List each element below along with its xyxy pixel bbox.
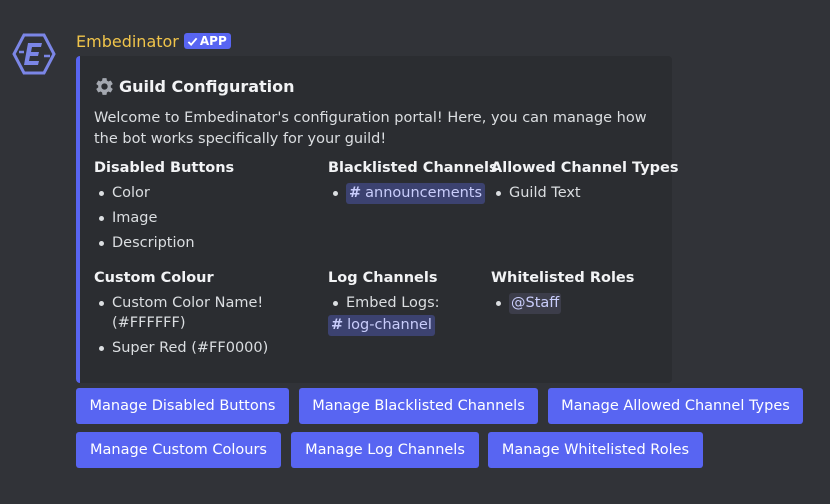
field-name: Allowed Channel Types	[491, 160, 679, 176]
list-item: Embed Logs:	[328, 293, 488, 313]
embedinator-logo-icon	[12, 33, 56, 75]
field-name: Custom Colour	[94, 270, 214, 286]
channel-name: log-channel	[347, 317, 432, 333]
gear-icon	[94, 76, 115, 97]
role-mention-staff[interactable]: @Staff	[509, 293, 562, 314]
embed-title: Guild Configuration	[94, 76, 295, 97]
whitelisted-roles-list: @Staff	[491, 293, 666, 314]
app-badge: APP	[183, 33, 231, 49]
field-blacklisted-channels: Blacklisted Channels # announcements	[328, 158, 498, 204]
field-name: Blacklisted Channels	[328, 160, 498, 176]
field-log-channels: Log Channels Embed Logs: # log-channel	[328, 268, 488, 336]
bot-message: Embedinator APP Guild Configuration Welc…	[0, 0, 830, 504]
manage-disabled-buttons-button[interactable]: Manage Disabled Buttons	[76, 388, 289, 424]
list-item: @Staff	[491, 293, 666, 314]
manage-whitelisted-roles-button[interactable]: Manage Whitelisted Roles	[488, 432, 703, 468]
embedinator-avatar[interactable]	[12, 32, 56, 76]
manage-log-channels-button[interactable]: Manage Log Channels	[291, 432, 479, 468]
manage-blacklisted-channels-button[interactable]: Manage Blacklisted Channels	[299, 388, 538, 424]
log-item-label: Embed Logs:	[346, 295, 440, 311]
list-item: Custom Color Name! (#FFFFFF)	[94, 293, 294, 333]
embed-description: Welcome to Embedinator's configuration p…	[94, 110, 647, 147]
list-item: Image	[94, 208, 314, 228]
custom-colour-list: Custom Color Name! (#FFFFFF) Super Red (…	[94, 293, 294, 358]
field-disabled-buttons: Disabled Buttons Color Image Description	[94, 158, 314, 253]
field-name: Disabled Buttons	[94, 160, 235, 176]
list-item: # announcements	[328, 183, 488, 204]
guild-config-embed: Guild Configuration Welcome to Embedinat…	[76, 56, 679, 383]
blacklisted-channels-list: # announcements	[328, 183, 488, 204]
app-badge-label: APP	[199, 34, 227, 48]
embed-title-text: Guild Configuration	[119, 77, 295, 96]
manage-allowed-channel-types-button[interactable]: Manage Allowed Channel Types	[548, 388, 803, 424]
field-whitelisted-roles: Whitelisted Roles @Staff	[491, 268, 666, 314]
manage-custom-colours-button[interactable]: Manage Custom Colours	[76, 432, 281, 468]
verified-check-icon	[187, 37, 198, 46]
author-name[interactable]: Embedinator	[76, 32, 179, 51]
channel-name: announcements	[365, 185, 483, 201]
message-header: Embedinator APP	[76, 30, 231, 52]
allowed-channel-types-list: Guild Text	[491, 183, 666, 203]
field-name: Whitelisted Roles	[491, 270, 635, 286]
list-item: Description	[94, 233, 314, 253]
list-item: Guild Text	[491, 183, 666, 203]
channel-mention-announcements[interactable]: # announcements	[346, 183, 486, 204]
field-custom-colour: Custom Colour Custom Color Name! (#FFFFF…	[94, 268, 294, 358]
hash-icon: #	[331, 317, 344, 333]
field-name: Log Channels	[328, 270, 438, 286]
channel-mention-log-channel[interactable]: # log-channel	[328, 315, 435, 336]
hash-icon: #	[349, 185, 362, 201]
disabled-buttons-list: Color Image Description	[94, 183, 314, 253]
field-allowed-channel-types: Allowed Channel Types Guild Text	[491, 158, 679, 203]
log-channels-list: Embed Logs:	[328, 293, 488, 313]
list-item: Color	[94, 183, 314, 203]
list-item: Super Red (#FF0000)	[94, 338, 294, 358]
